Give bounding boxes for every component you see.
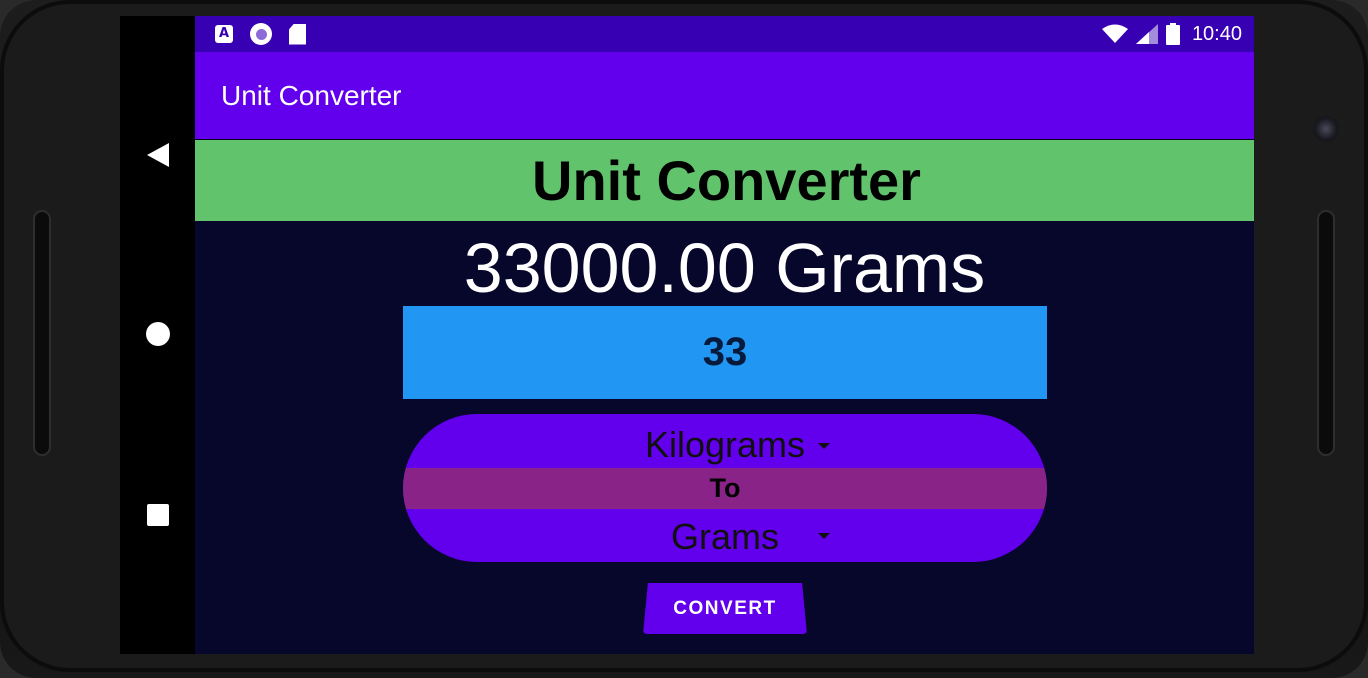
dropdown-arrow-icon — [818, 443, 830, 449]
to-unit-spinner[interactable]: Grams — [403, 510, 1047, 562]
home-icon[interactable] — [146, 322, 170, 346]
screen: A 10:40 Unit Converter Unit Converter 33… — [120, 16, 1254, 654]
from-unit-spinner[interactable]: Kilograms — [403, 418, 1047, 472]
to-unit-label: Grams — [671, 516, 779, 557]
wifi-icon — [1101, 24, 1128, 43]
action-bar: Unit Converter — [195, 52, 1254, 139]
status-system-icons: 10:40 — [1101, 21, 1242, 47]
to-separator: To — [403, 468, 1047, 509]
from-unit-label: Kilograms — [644, 424, 806, 465]
unit-selector: Kilograms To Grams — [403, 414, 1047, 562]
value-input[interactable]: 33 — [403, 306, 1047, 399]
page-title: Unit Converter — [532, 149, 921, 212]
device-frame: A 10:40 Unit Converter Unit Converter 33… — [0, 0, 1368, 678]
convert-button[interactable]: CONVERT — [643, 583, 807, 634]
recents-icon[interactable] — [147, 504, 169, 526]
navigation-bar — [120, 16, 195, 654]
circle-notification-icon — [250, 23, 272, 45]
status-time: 10:40 — [1191, 23, 1242, 45]
accessibility-a-icon: A — [215, 25, 233, 43]
front-camera — [1313, 116, 1339, 142]
app-window: A 10:40 Unit Converter Unit Converter 33… — [195, 16, 1254, 654]
conversion-result: 33000.00 Grams — [463, 229, 986, 307]
sd-card-icon — [289, 23, 306, 45]
speaker-grille-right — [1317, 210, 1335, 456]
dropdown-arrow-icon — [818, 533, 830, 539]
action-bar-title: Unit Converter — [221, 80, 402, 111]
battery-icon — [1165, 23, 1180, 45]
back-icon[interactable] — [147, 143, 169, 167]
speaker-grille-left — [33, 210, 51, 456]
status-notification-icons: A — [215, 23, 306, 45]
signal-icon — [1135, 24, 1158, 44]
header-banner: Unit Converter — [195, 140, 1254, 221]
status-bar: A 10:40 — [195, 16, 1254, 52]
